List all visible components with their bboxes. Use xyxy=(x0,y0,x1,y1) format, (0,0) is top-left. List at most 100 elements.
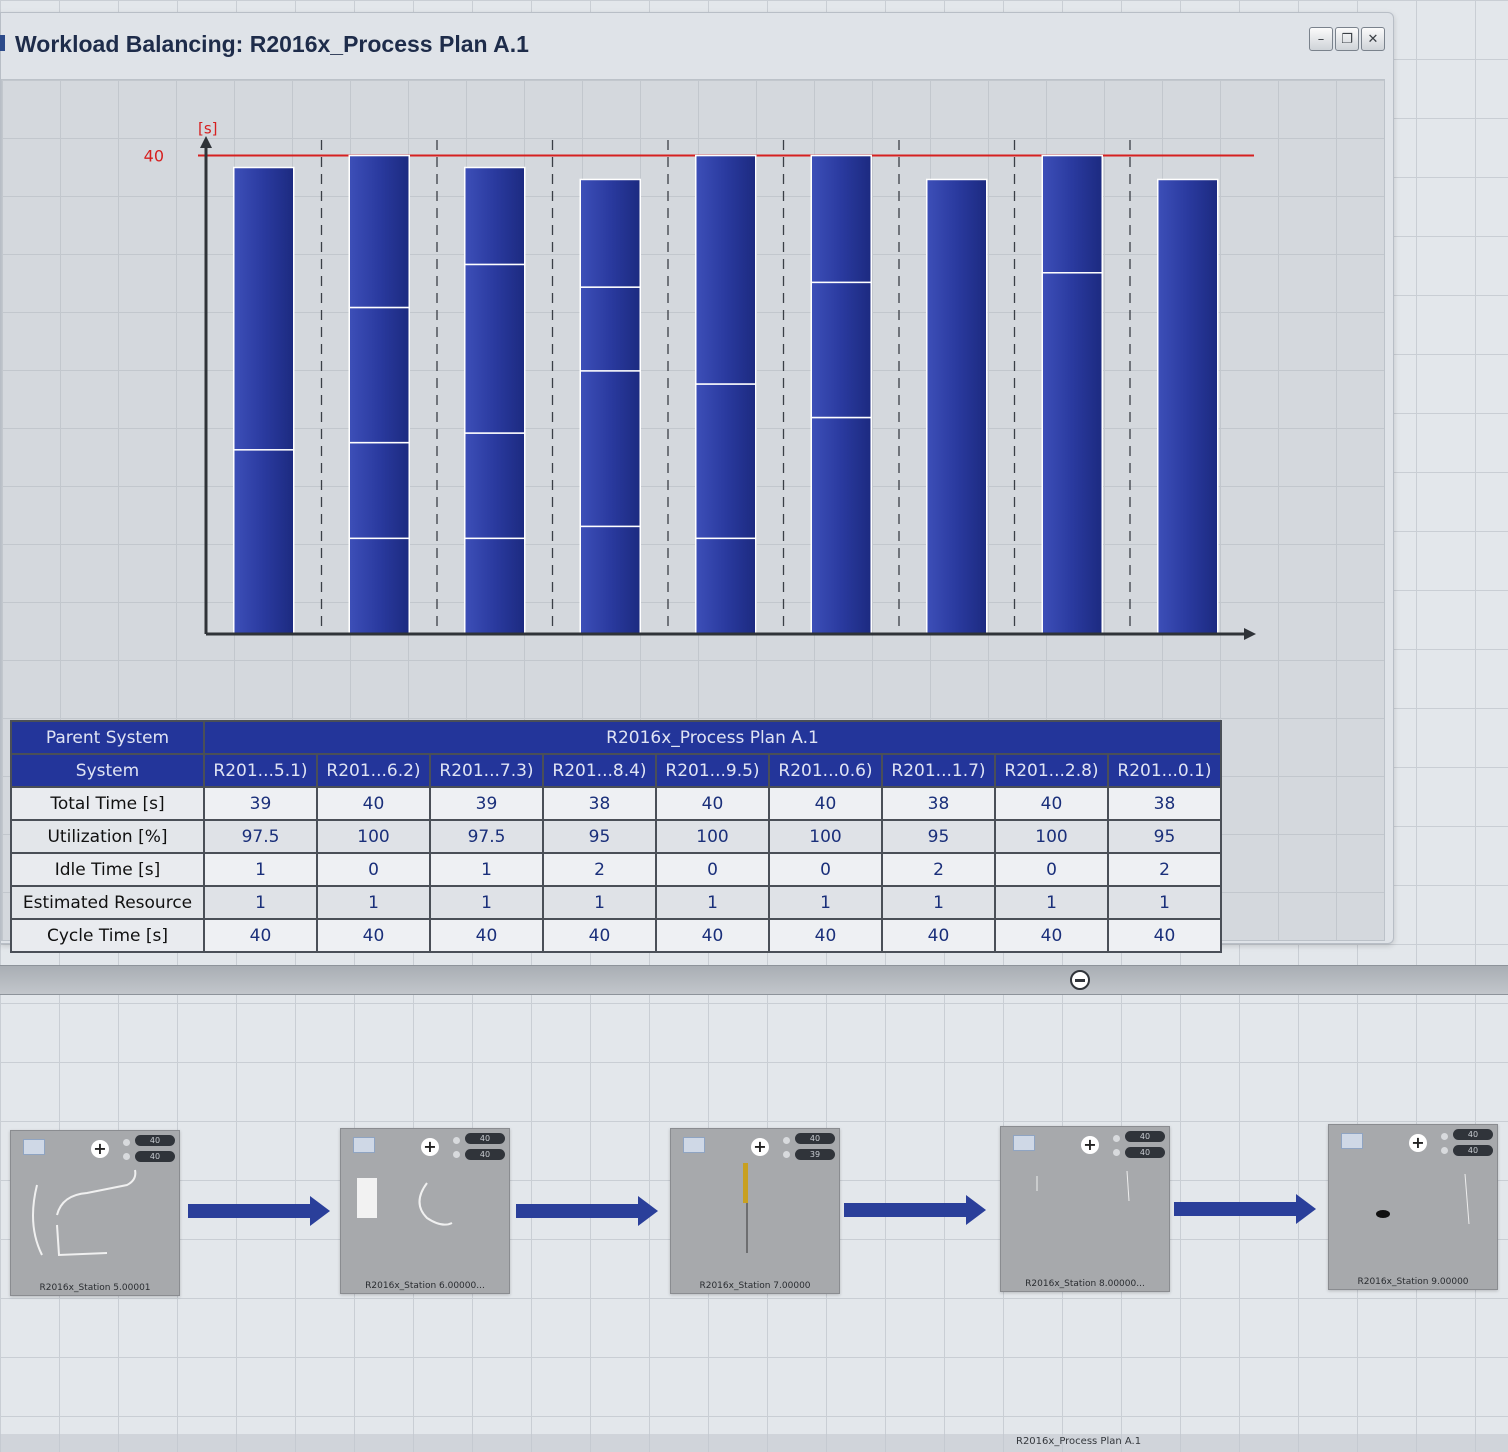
station-card[interactable]: + 40 40 R2016x_Station 6.00000... xyxy=(340,1128,510,1294)
time-badge: 40 xyxy=(795,1133,835,1144)
system-cell[interactable]: R201...5.1) xyxy=(203,753,318,788)
table-cell: 1 xyxy=(881,885,996,920)
y-axis-arrow xyxy=(200,136,212,148)
table-cell: 40 xyxy=(881,918,996,953)
expand-icon[interactable] xyxy=(1341,1133,1363,1149)
table-cell: 38 xyxy=(542,786,657,821)
status-dot xyxy=(123,1153,130,1160)
station-card[interactable]: + 40 40 R2016x_Station 5.00001 xyxy=(10,1130,180,1296)
workload-table: Parent System R2016x_Process Plan A.1 Sy… xyxy=(10,720,1222,953)
expand-icon[interactable] xyxy=(1013,1135,1035,1151)
table-cell: 40 xyxy=(203,918,318,953)
parent-system-label: Parent System xyxy=(10,720,205,755)
status-dot xyxy=(1441,1147,1448,1154)
bar-segment xyxy=(695,154,757,385)
row-label: Total Time [s] xyxy=(10,786,205,821)
time-badge: 40 xyxy=(465,1149,505,1160)
expand-icon[interactable] xyxy=(23,1139,45,1155)
window-title: Workload Balancing: R2016x_Process Plan … xyxy=(15,31,529,57)
utilization-row: Utilization [%] 97.5 100 97.5 95 100 100… xyxy=(10,819,1222,854)
table-cell: 40 xyxy=(316,786,431,821)
y-axis-unit-label: [s] xyxy=(198,120,218,138)
table-cell: 39 xyxy=(203,786,318,821)
bar-segment xyxy=(348,537,410,635)
station-thumbnail xyxy=(743,1163,748,1253)
station-label: R2016x_Station 9.00000 xyxy=(1357,1277,1469,1287)
system-cell[interactable]: R201...6.2) xyxy=(316,753,431,788)
workload-chart: 40 [s] xyxy=(144,120,1256,640)
flow-arrow xyxy=(1174,1194,1316,1224)
table-cell: 1 xyxy=(994,885,1109,920)
system-cell[interactable]: R201...7.3) xyxy=(429,753,544,788)
bar-segment xyxy=(1157,178,1219,635)
table-cell: 40 xyxy=(542,918,657,953)
bar-segment xyxy=(1041,272,1103,635)
table-cell: 40 xyxy=(429,918,544,953)
station-thumbnail xyxy=(32,1169,137,1257)
system-cell[interactable]: R201...0.6) xyxy=(768,753,883,788)
system-cell[interactable]: R201...2.8) xyxy=(994,753,1109,788)
app-icon xyxy=(0,35,5,51)
system-cell[interactable]: R201...9.5) xyxy=(655,753,770,788)
bar-segment xyxy=(464,166,526,266)
table-cell: 95 xyxy=(542,819,657,854)
station-card[interactable]: + 40 40 R2016x_Station 9.00000 xyxy=(1328,1124,1498,1290)
table-cell: 97.5 xyxy=(429,819,544,854)
table-cell: 1 xyxy=(429,852,544,887)
bar-segment xyxy=(348,441,410,540)
station-label: R2016x_Station 5.00001 xyxy=(39,1283,151,1293)
process-plan-label: R2016x_Process Plan A.1 xyxy=(1016,1436,1142,1447)
table-cell: 40 xyxy=(994,786,1109,821)
total-time-row: Total Time [s] 39 40 39 38 40 40 38 40 3… xyxy=(10,786,1222,821)
table-cell: 40 xyxy=(316,918,431,953)
add-icon[interactable]: + xyxy=(1081,1136,1099,1154)
expand-icon[interactable] xyxy=(683,1137,705,1153)
add-icon[interactable]: + xyxy=(91,1140,109,1158)
table-cell: 1 xyxy=(655,885,770,920)
table-cell: 0 xyxy=(994,852,1109,887)
minimize-button[interactable]: – xyxy=(1309,27,1333,51)
expand-icon[interactable] xyxy=(353,1137,375,1153)
status-dot xyxy=(1441,1133,1448,1140)
time-badge: 40 xyxy=(465,1133,505,1144)
table-cell: 100 xyxy=(316,819,431,854)
table-cell: 2 xyxy=(542,852,657,887)
bar-segment xyxy=(695,383,757,540)
time-badge: 40 xyxy=(1125,1147,1165,1158)
system-cell[interactable]: R201...0.1) xyxy=(1107,753,1222,788)
add-icon[interactable]: + xyxy=(751,1138,769,1156)
pane-splitter[interactable] xyxy=(0,965,1508,995)
collapse-icon[interactable] xyxy=(1070,970,1090,990)
station-card[interactable]: + 40 39 R2016x_Station 7.00000 xyxy=(670,1128,840,1294)
parent-system-row: Parent System R2016x_Process Plan A.1 xyxy=(10,720,1222,755)
time-badge: 40 xyxy=(1125,1131,1165,1142)
bar-segment xyxy=(233,449,295,635)
add-icon[interactable]: + xyxy=(421,1138,439,1156)
table-cell: 2 xyxy=(881,852,996,887)
bar-segment xyxy=(695,537,757,635)
table-cell: 40 xyxy=(768,786,883,821)
table-cell: 40 xyxy=(655,918,770,953)
status-dot xyxy=(1113,1135,1120,1142)
table-cell: 100 xyxy=(768,819,883,854)
status-dot xyxy=(1113,1149,1120,1156)
estimated-resource-row: Estimated Resource 1 1 1 1 1 1 1 1 1 xyxy=(10,885,1222,920)
station-card[interactable]: + 40 40 R2016x_Station 8.00000... xyxy=(1000,1126,1170,1292)
restore-button[interactable]: ❐ xyxy=(1335,27,1359,51)
bar-segment xyxy=(579,525,641,635)
row-label: Idle Time [s] xyxy=(10,852,205,887)
bar-segment xyxy=(810,154,872,284)
table-cell: 38 xyxy=(1107,786,1222,821)
system-cell[interactable]: R201...8.4) xyxy=(542,753,657,788)
row-label: Utilization [%] xyxy=(10,819,205,854)
table-cell: 2 xyxy=(1107,852,1222,887)
system-label: System xyxy=(10,753,205,788)
add-icon[interactable]: + xyxy=(1409,1134,1427,1152)
close-button[interactable]: ✕ xyxy=(1361,27,1385,51)
table-cell: 1 xyxy=(203,852,318,887)
bar-segment xyxy=(579,286,641,372)
table-cell: 39 xyxy=(429,786,544,821)
system-cell[interactable]: R201...1.7) xyxy=(881,753,996,788)
workload-balancing-window: Workload Balancing: R2016x_Process Plan … xyxy=(0,12,1394,953)
bar-segment xyxy=(579,178,641,288)
